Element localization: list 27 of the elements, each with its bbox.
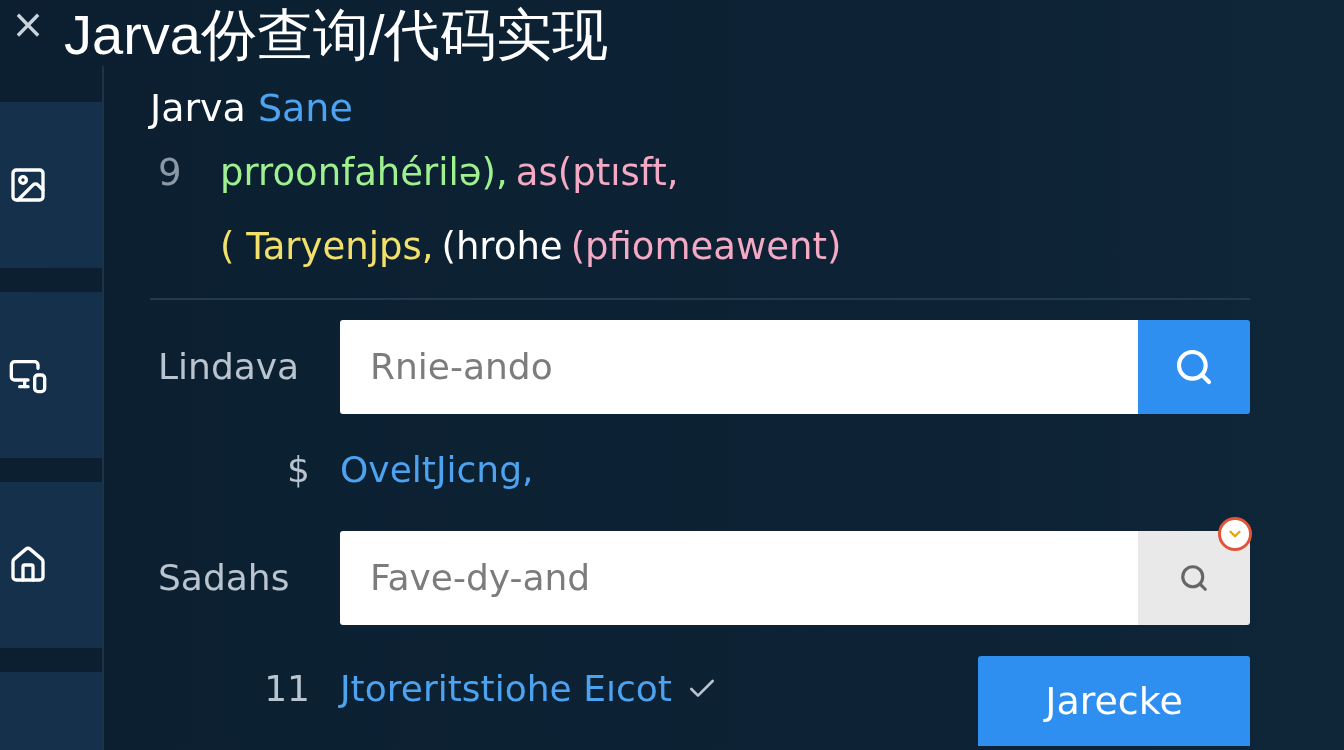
- close-button[interactable]: ×: [0, 3, 56, 44]
- code-token: as(ptısft,: [515, 151, 679, 195]
- heading-text: Jarva: [150, 85, 246, 130]
- chevron-badge[interactable]: [1218, 516, 1252, 551]
- line-number: 11: [263, 668, 311, 710]
- status-link[interactable]: Jtoreritstiohe Eıcot: [340, 668, 672, 710]
- currency-symbol: $: [286, 449, 311, 491]
- search-button[interactable]: [1138, 530, 1250, 625]
- link[interactable]: OveltJicng,: [340, 449, 534, 491]
- code-token: (hrohe: [441, 225, 563, 269]
- sidebar-item[interactable]: [0, 481, 102, 648]
- input-field[interactable]: Fave-dy-and: [340, 530, 1138, 625]
- search-icon: [1179, 562, 1209, 593]
- code-token: prroonfahérilə),: [220, 151, 508, 195]
- code-token: ( Taryenjps,: [220, 225, 434, 269]
- input-field[interactable]: Rnie-ando: [340, 319, 1138, 414]
- field-label: Sadahs: [157, 557, 291, 599]
- sidebar-item[interactable]: [0, 101, 102, 268]
- search-button[interactable]: [1138, 319, 1250, 414]
- window-title: Jarva份查询/代码实现: [64, 4, 609, 66]
- code-token: (pfiomeawent): [570, 225, 842, 269]
- heading-text: Sane: [257, 85, 353, 130]
- action-button[interactable]: Jarecke: [978, 655, 1250, 746]
- sidebar-item[interactable]: [0, 291, 102, 458]
- line-number: 9: [157, 151, 183, 195]
- home-icon: [8, 544, 48, 585]
- field-label: Lindava: [157, 346, 301, 388]
